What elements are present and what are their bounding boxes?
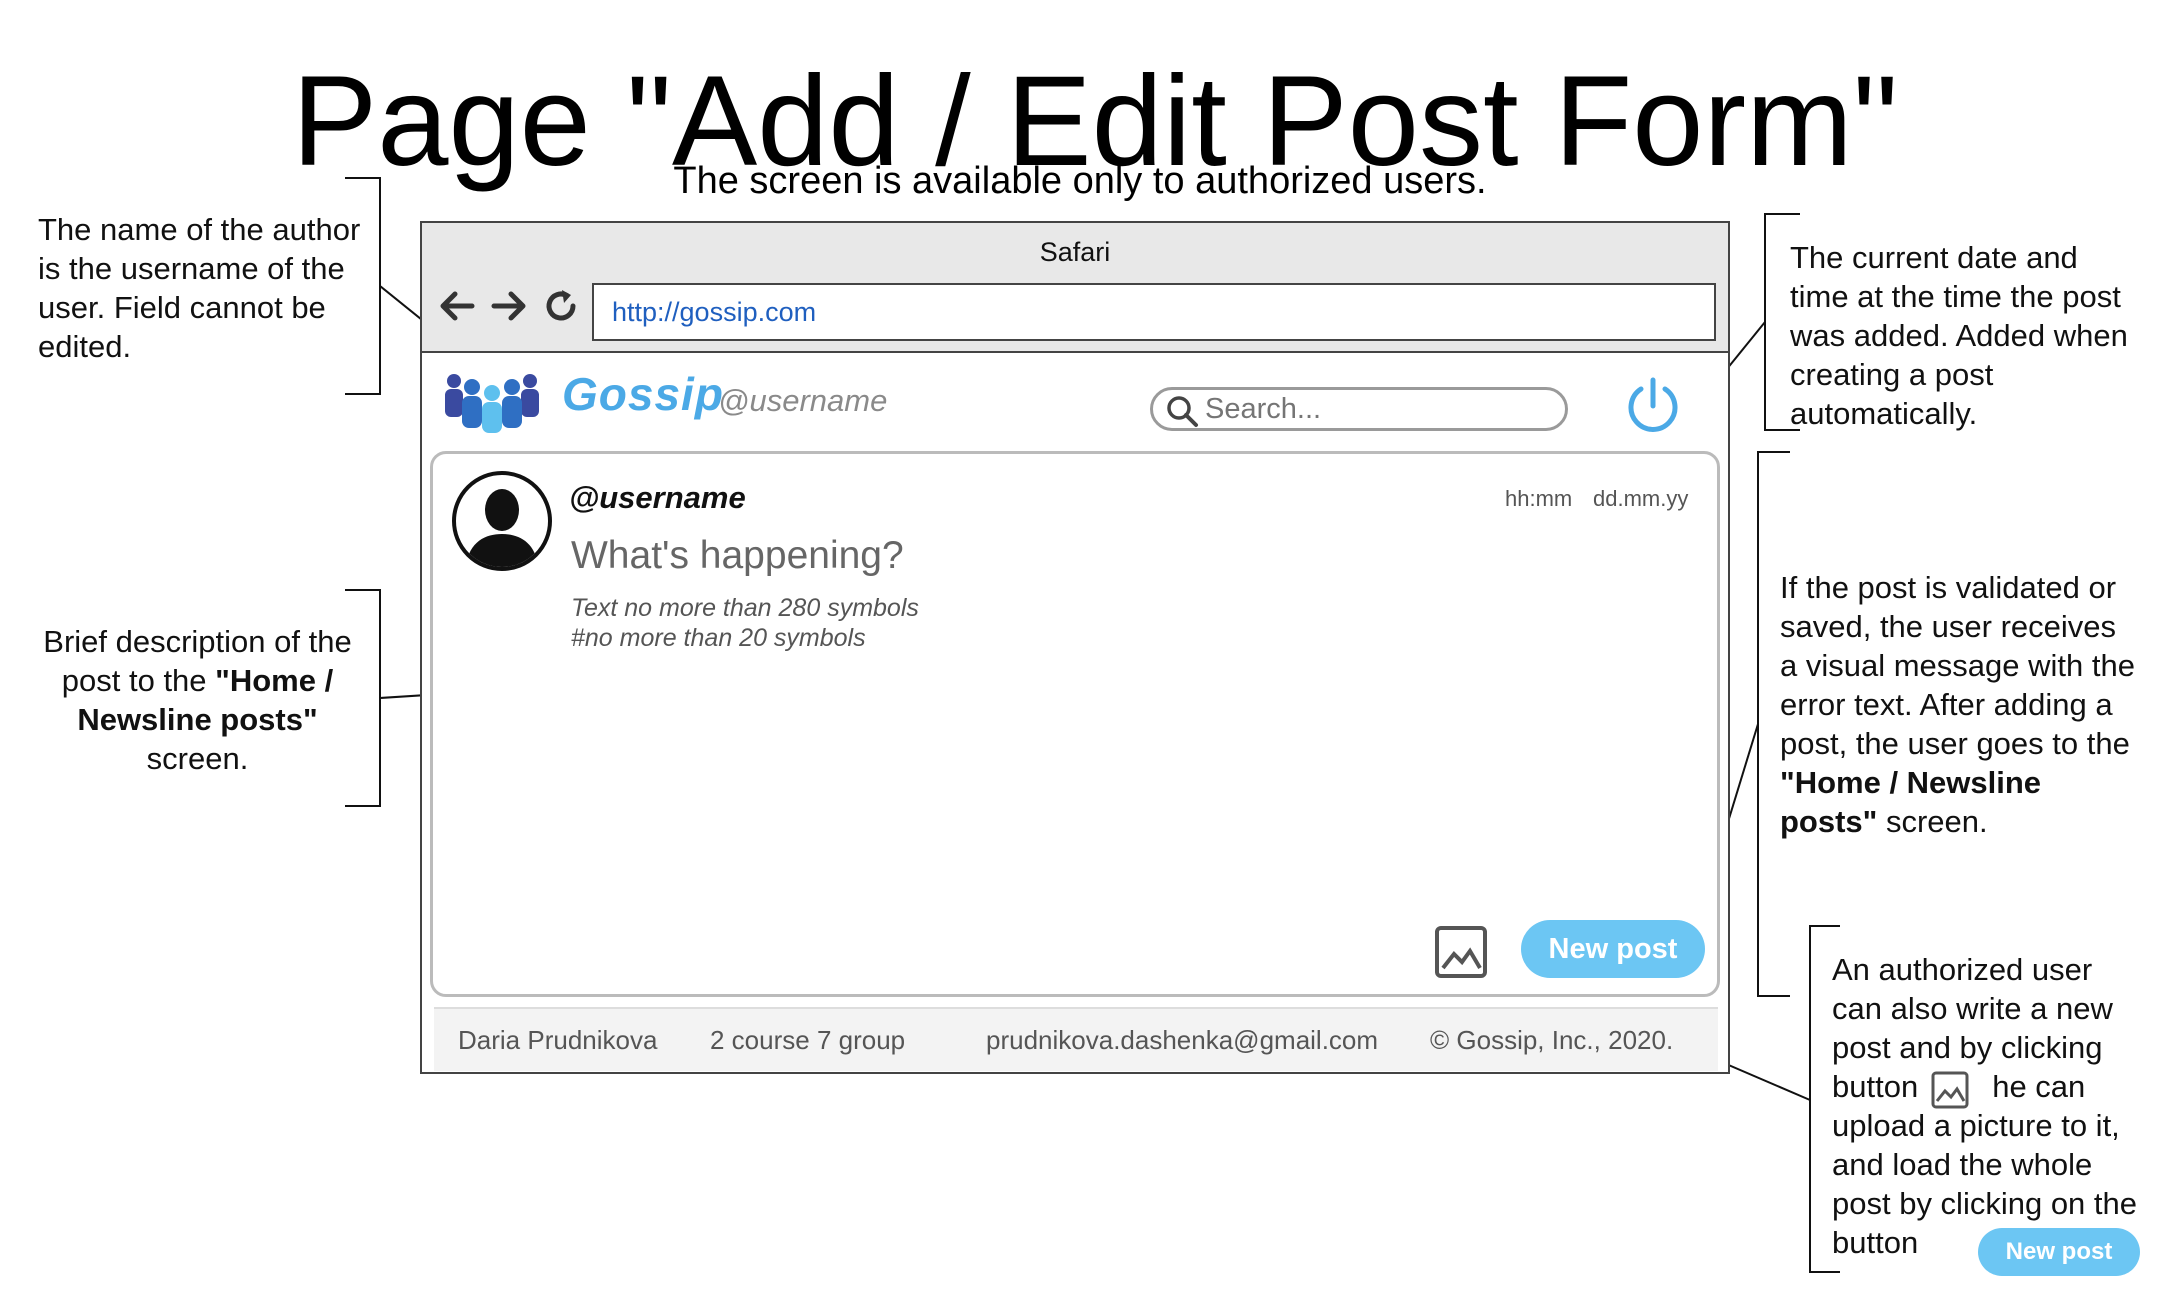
- brand-name[interactable]: Gossip: [562, 367, 724, 421]
- note-description: Brief description of the post to the "Ho…: [30, 622, 365, 778]
- page-subtitle: The screen is available only to authoriz…: [673, 160, 1487, 202]
- note-description-end: screen.: [146, 741, 249, 776]
- people-logo-icon: [445, 374, 539, 433]
- text-limit-hint: Text no more than 280 symbols: [571, 594, 919, 622]
- footer-author: Daria Prudnikova: [458, 1025, 658, 1055]
- tag-limit-hint: #no more than 20 symbols: [571, 624, 866, 652]
- note-upload: An authorized user can also write a new …: [1832, 950, 2142, 1262]
- window-title: Safari: [1039, 237, 1111, 267]
- note-datetime: The current date and time at the time th…: [1790, 240, 2128, 431]
- forward-arrow-icon[interactable]: [488, 285, 530, 327]
- note-author: The name of the author is the username o…: [38, 212, 361, 364]
- search-box[interactable]: [1150, 387, 1568, 431]
- power-icon[interactable]: [1622, 375, 1684, 437]
- avatar-icon: [452, 471, 552, 571]
- note-validation-text: If the post is validated or saved, the u…: [1780, 570, 2135, 761]
- new-post-button[interactable]: New post: [1521, 920, 1705, 978]
- annotation-new-post-button: New post: [1978, 1228, 2140, 1276]
- footer-group: 2 course 7 group: [710, 1025, 906, 1055]
- footer-copyright: © Gossip, Inc., 2020.: [1430, 1025, 1674, 1055]
- search-input[interactable]: [1205, 390, 1545, 428]
- search-icon: [1167, 396, 1198, 427]
- page-footer: Daria Prudnikova 2 course 7 group prudni…: [434, 1007, 1718, 1071]
- browser-toolbar: Safari http://gossip.com: [422, 223, 1728, 353]
- post-date: dd.mm.yy: [1593, 486, 1689, 511]
- post-time: hh:mm: [1505, 486, 1573, 511]
- post-form-card: @username hh:mm dd.mm.yy What's happenin…: [430, 451, 1720, 997]
- post-text-input[interactable]: What's happening?: [571, 534, 904, 578]
- reload-icon[interactable]: [540, 285, 582, 327]
- image-icon[interactable]: [1433, 924, 1489, 980]
- footer-email[interactable]: prudnikova.dashenka@gmail.com: [986, 1025, 1378, 1056]
- note-validation-end: screen.: [1877, 804, 1988, 839]
- header-username: @username: [718, 383, 888, 418]
- browser-window: Safari http://gossip.com Gossip @usernam…: [420, 221, 1730, 1074]
- back-arrow-icon[interactable]: [436, 285, 478, 327]
- app-header: Gossip @username: [422, 353, 1728, 453]
- image-icon: [1931, 1071, 1969, 1109]
- address-bar[interactable]: http://gossip.com: [592, 283, 1716, 341]
- note-validation: If the post is validated or saved, the u…: [1780, 568, 2136, 841]
- post-author: @username: [569, 480, 746, 515]
